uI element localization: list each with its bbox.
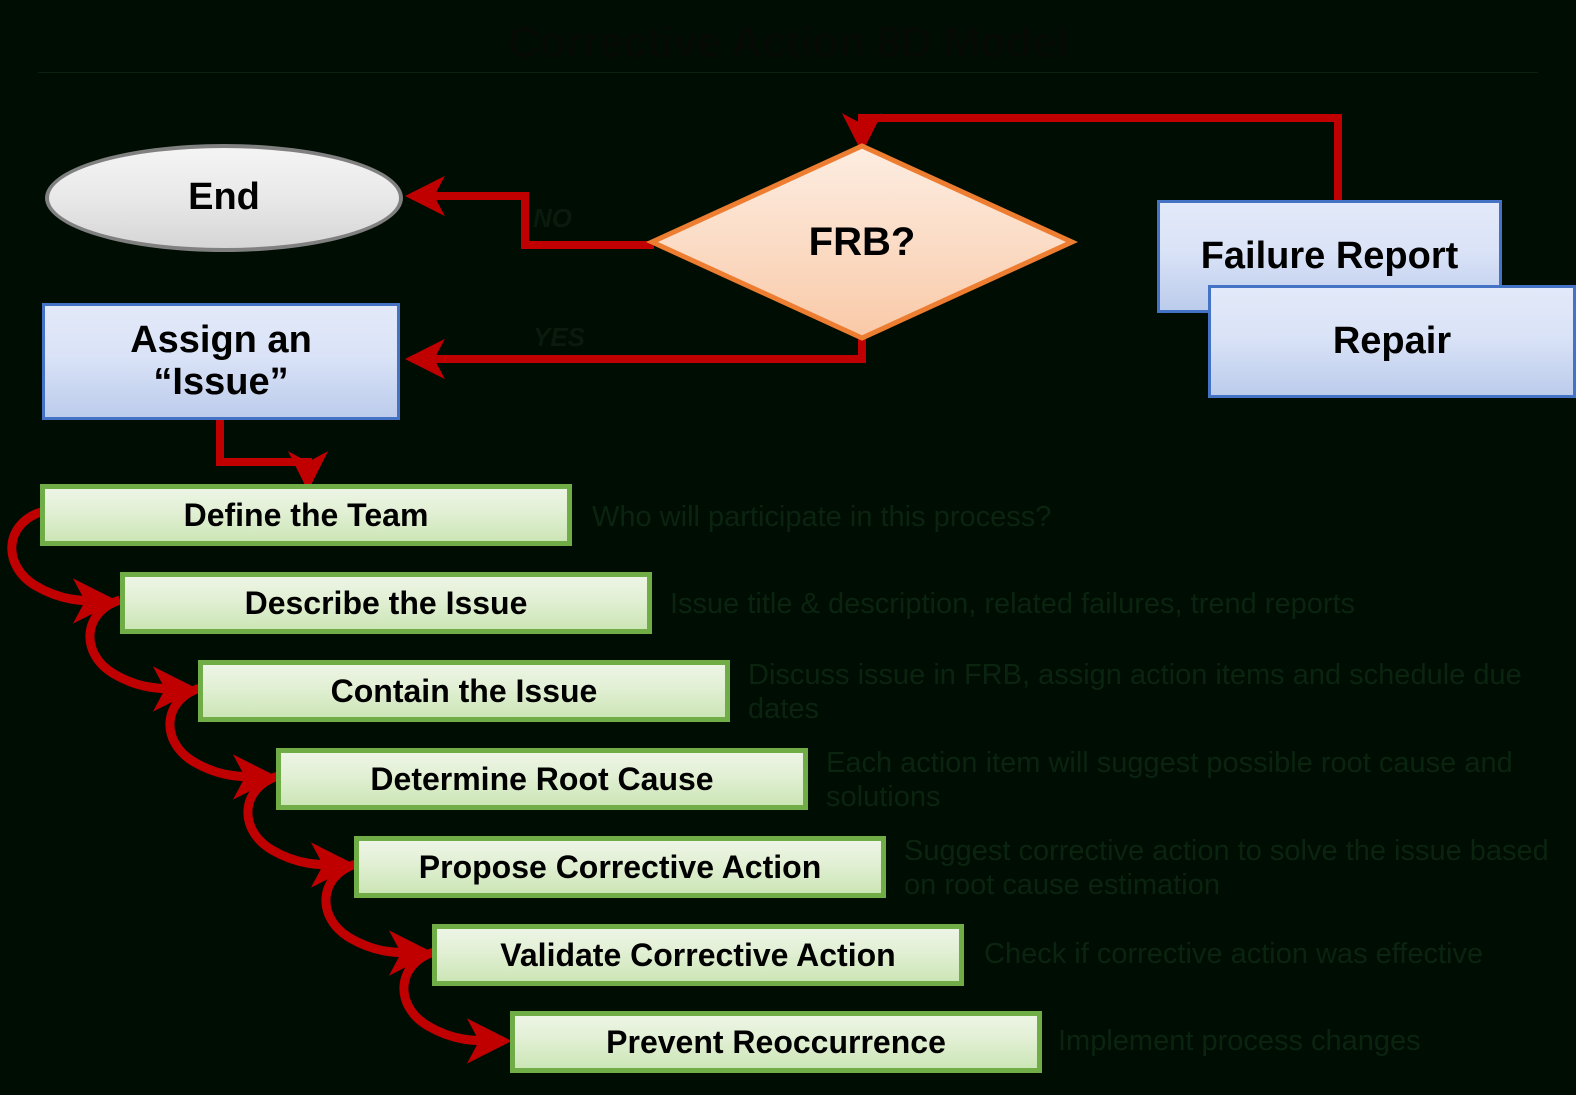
edge-assign-to-step1 [216,420,329,491]
step-label-7: Prevent Reoccurrence [606,1023,946,1060]
page-title: Corrective Action 8D Model [508,18,1068,67]
decision-frb-label: FRB? [808,219,916,264]
decision-frb-label-wrap[interactable]: FRB? [652,146,1072,338]
step-box-5[interactable]: Propose Corrective Action [354,836,886,898]
process-failure-report-label: Failure Report [1200,234,1459,277]
edge-label-no: NO [533,203,572,233]
edge-label-yes: YES [533,322,586,352]
step-note-5: Suggest corrective action to solve the i… [904,835,1549,902]
step-label-5: Propose Corrective Action [418,848,822,885]
step-label-1: Define the Team [183,496,429,533]
terminator-end-label: End [188,176,260,219]
terminator-end[interactable]: End [45,144,403,252]
process-repair[interactable]: Repair [1208,285,1576,398]
step-note-3: Discuss issue in FRB, assign action item… [748,659,1522,726]
step-label-4: Determine Root Cause [370,760,714,797]
step-note-1: Who will participate in this process? [592,501,1052,533]
process-assign-issue-label-line1: Assign an [130,319,312,362]
step-box-7[interactable]: Prevent Reoccurrence [510,1011,1042,1073]
step-note-7: Implement process changes [1058,1025,1421,1057]
step-label-3: Contain the Issue [330,672,598,709]
diagram-canvas: Corrective Action 8D Model End FRB? Fail… [0,0,1576,1095]
step-box-3[interactable]: Contain the Issue [198,660,730,722]
step-box-4[interactable]: Determine Root Cause [276,748,808,810]
process-repair-label: Repair [1332,319,1452,362]
process-assign-issue[interactable]: Assign an “Issue” [42,303,400,420]
step-label-6: Validate Corrective Action [500,936,896,973]
step-note-6: Check if corrective action was effective [984,938,1484,970]
step-box-1[interactable]: Define the Team [40,484,572,546]
process-assign-issue-label-line2: “Issue” [153,360,289,403]
step-label-2: Describe the Issue [244,584,528,621]
step-note-2: Issue title & description, related failu… [670,588,1356,620]
step-box-2[interactable]: Describe the Issue [120,572,652,634]
step-note-4: Each action item will suggest possible r… [826,747,1513,814]
step-box-6[interactable]: Validate Corrective Action [432,924,964,986]
title-divider [38,72,1538,73]
